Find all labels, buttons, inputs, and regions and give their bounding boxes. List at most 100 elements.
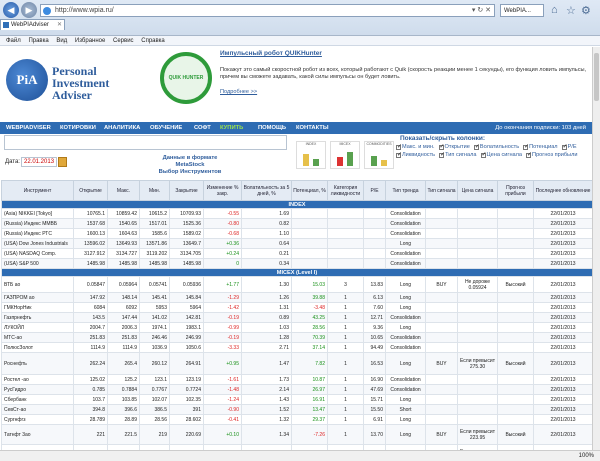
- table-row[interactable]: ПолюсЗолот 1114.9 1114.9 1036.9 1050.6 -3.33 2…: [1, 342, 592, 353]
- toggle-1[interactable]: Открытие: [438, 143, 470, 150]
- mini-chart-commodities[interactable]: COMMODITIES: [364, 141, 394, 169]
- table-row[interactable]: ГАЗПРОМ ао 147.92 148.14 145.41 145.84 -1.29 1…: [1, 292, 592, 303]
- close-tab-icon[interactable]: ✕: [57, 20, 62, 30]
- table-row[interactable]: Сбербанк 103.7 103.85 102.07 102.35 -1.24 1.43…: [1, 394, 592, 405]
- table-row[interactable]: РусГидро 0.785 0.7884 0.7767 0.7724 -1.48 2.14…: [1, 384, 592, 395]
- metastock-link[interactable]: Данные в формате MetaStock: [150, 155, 230, 169]
- table-cell: [425, 322, 458, 333]
- nav-help[interactable]: ПОМОЩЬ: [258, 122, 286, 134]
- table-row[interactable]: (Russia) Индекс РТС 1600.13 1604.63 1585.6 1…: [1, 228, 592, 239]
- menu-help[interactable]: Справка: [141, 38, 165, 44]
- table-row[interactable]: (Russia) Индекс ММВБ 1537.68 1540.65 1517.0…: [1, 218, 592, 229]
- toggle-2[interactable]: Волатильность: [473, 143, 519, 150]
- nav-contacts[interactable]: КОНТАКТЫ: [296, 122, 329, 134]
- checkbox-icon[interactable]: [480, 151, 487, 158]
- column-header[interactable]: Категория ликвидности: [327, 180, 364, 201]
- scroll-thumb[interactable]: [594, 53, 599, 101]
- promo-title[interactable]: Импульсный робот QUIKHunter: [220, 50, 590, 57]
- mini-chart-micex[interactable]: MICEX: [330, 141, 360, 169]
- column-header[interactable]: P/E: [363, 180, 386, 201]
- checkbox-icon[interactable]: [473, 143, 480, 150]
- back-icon[interactable]: ◀: [3, 2, 19, 18]
- column-header[interactable]: Потенциал, %: [291, 180, 328, 201]
- table-row[interactable]: МТС-ао 251.83 251.83 246.46 246.99 -0.19 1.28 7…: [1, 332, 592, 343]
- table-row[interactable]: СевСт-ао 394.8 396.6 386.5 391 -0.90 1.52 13.47…: [1, 404, 592, 415]
- nav-webpiadviser[interactable]: WEBPIADVISER: [6, 122, 51, 134]
- column-header[interactable]: Мин.: [139, 180, 170, 201]
- select-instruments-link[interactable]: Выбор Инструментов: [150, 169, 230, 176]
- refresh-icon[interactable]: ▾ ↻ ✕: [472, 5, 491, 17]
- menu-file[interactable]: Файл: [6, 38, 21, 44]
- column-header[interactable]: Макс.: [107, 180, 140, 201]
- menu-favorites[interactable]: Избранное: [75, 38, 105, 44]
- page-tab[interactable]: WebPIAdviser ✕: [0, 19, 65, 30]
- table-row[interactable]: Ростел -ао 125.02 125.2 123.1 123.19 -1.61 1.7…: [1, 374, 592, 385]
- toggle-6[interactable]: Тип сигнала: [439, 151, 477, 158]
- favorites-icon[interactable]: ☆: [566, 4, 576, 17]
- checkbox-icon[interactable]: [561, 143, 568, 150]
- vertical-scrollbar[interactable]: [592, 47, 600, 450]
- section-title[interactable]: INDEX: [1, 200, 592, 209]
- logo[interactable]: PiA: [6, 59, 48, 101]
- checkbox-icon[interactable]: [438, 143, 445, 150]
- checkbox-icon[interactable]: [526, 151, 532, 158]
- checkbox-icon[interactable]: [396, 151, 402, 158]
- table-row[interactable]: ЛУКОЙЛ 2004.7 2006.3 1974.1 1983.1 -0.99 1.03 2…: [1, 322, 592, 333]
- column-header[interactable]: Цена сигнала: [457, 180, 498, 201]
- column-header[interactable]: Прогноз прибыли: [497, 180, 534, 201]
- table-cell: 43.25: [291, 312, 328, 323]
- nav-education[interactable]: ОБУЧЕНИЕ: [150, 122, 182, 134]
- table-row[interactable]: (USA) Dow Jones Industrials 13596.02 13649…: [1, 238, 592, 249]
- toggle-0[interactable]: Макс. и мин.: [396, 143, 435, 150]
- column-header[interactable]: Волатильность за 5 дней, %: [241, 180, 292, 201]
- table-row[interactable]: (USA) NASDAQ Comp. 3127.912 3134.727 3119.2…: [1, 248, 592, 259]
- browser-tab[interactable]: WebPIA...: [500, 4, 544, 17]
- table-row[interactable]: Татнфт 3ао 221 221.5 219 220.69 +0.10 1.34 -7.2…: [1, 424, 592, 445]
- table-cell: [457, 218, 498, 229]
- section-title[interactable]: MICEX (Level I): [1, 268, 592, 277]
- toggle-3[interactable]: Потенциал: [523, 143, 558, 150]
- address-bar[interactable]: http://www.wpia.ru/ ▾ ↻ ✕: [40, 4, 495, 17]
- promo-more-link[interactable]: Подробнее >>: [220, 89, 590, 95]
- toggle-4[interactable]: P/E: [561, 143, 577, 150]
- nav-buy[interactable]: КУПИТЬ: [220, 122, 243, 134]
- menu-tools[interactable]: Сервис: [113, 38, 134, 44]
- forward-icon[interactable]: ▶: [21, 2, 37, 18]
- column-header[interactable]: Изменение % закр.: [203, 180, 242, 201]
- home-icon[interactable]: ⌂: [551, 4, 558, 16]
- nav-analytics[interactable]: АНАЛИТИКА: [104, 122, 140, 134]
- mini-chart-index[interactable]: INDEX: [296, 141, 326, 169]
- table-row[interactable]: Сургнфгз 28.789 28.89 28.56 28.602 -0.41 1.32 2…: [1, 414, 592, 425]
- checkbox-icon[interactable]: [396, 143, 402, 150]
- search-input[interactable]: [4, 135, 287, 150]
- column-header[interactable]: Последнее обновление: [533, 180, 592, 201]
- date-input[interactable]: 22.01.2013: [21, 157, 57, 167]
- toggle-7[interactable]: Цена сигнала: [480, 151, 522, 158]
- checkbox-icon[interactable]: [439, 151, 445, 158]
- toggle-8[interactable]: Прогноз прибыли: [526, 151, 577, 158]
- calendar-icon[interactable]: [58, 157, 67, 167]
- table-cell: 1.03: [241, 322, 292, 333]
- menu-edit[interactable]: Правка: [28, 38, 48, 44]
- table-row[interactable]: (Asia) NIKKEI [Tokyo] 10765.1 10859.42 1061…: [1, 208, 592, 219]
- checkbox-icon[interactable]: [523, 143, 529, 150]
- column-header[interactable]: Тип сигнала: [425, 180, 458, 201]
- toggle-5[interactable]: Ликвидность: [396, 151, 435, 158]
- menu-view[interactable]: Вид: [56, 38, 67, 44]
- column-header[interactable]: Открытие: [73, 180, 108, 201]
- nav-software[interactable]: СОФТ: [194, 122, 211, 134]
- table-cell: Long: [385, 394, 426, 405]
- column-header[interactable]: Инструмент: [1, 180, 74, 201]
- table-row[interactable]: (USA) S&P 500 1485.98 1485.98 1485.98 1485.9…: [1, 258, 592, 269]
- nav-quotes[interactable]: КОТИРОВКИ: [60, 122, 96, 134]
- table-row[interactable]: ВТБ ао 0.05847 0.05964 0.05741 0.05936 +1.77 1…: [1, 276, 592, 293]
- table-row[interactable]: Роснефть 262.24 265.4 260.12 264.91 +0.95 1.47…: [1, 352, 592, 375]
- gear-icon[interactable]: ⚙: [581, 4, 591, 17]
- table-row[interactable]: ГМКНорНик 6084 6092 5953 5964 -1.42 1.31 -3.48 1…: [1, 302, 592, 313]
- quikhunter-badge[interactable]: QUIK HUNTER: [160, 52, 212, 104]
- column-header[interactable]: Закрытие: [169, 180, 204, 201]
- table-row[interactable]: Газпрнефть 143.5 147.44 141.02 142.81 -0.19 0.…: [1, 312, 592, 323]
- date-label: Дата:: [5, 159, 20, 165]
- column-header[interactable]: Тип тренда: [385, 180, 426, 201]
- zoom-level[interactable]: 100%: [579, 451, 594, 461]
